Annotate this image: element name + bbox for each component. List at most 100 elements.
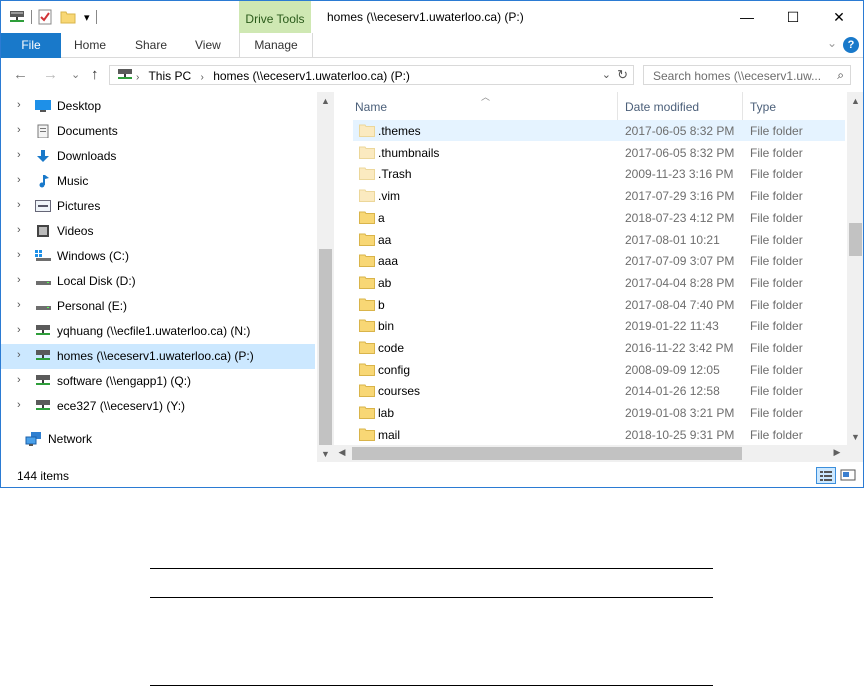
new-folder-icon[interactable] <box>60 10 76 24</box>
breadcrumb-separator[interactable]: › <box>201 72 204 83</box>
scroll-down-icon[interactable]: ▼ <box>847 432 863 442</box>
network-drive-icon <box>36 375 50 385</box>
file-date-modified: 2017-07-09 3:07 PM <box>625 254 735 269</box>
expand-icon[interactable]: › <box>17 174 21 186</box>
expand-icon[interactable]: › <box>17 324 21 336</box>
nav-item-music[interactable]: › Music <box>1 169 315 194</box>
nav-item-local-disk-d[interactable]: › Local Disk (D:) <box>1 269 315 294</box>
file-name: ab <box>378 275 392 290</box>
column-divider[interactable] <box>742 92 743 120</box>
address-dropdown-icon[interactable]: ⌄ <box>602 68 611 81</box>
nav-pane-scrollbar[interactable]: ▲ ▼ <box>317 92 334 462</box>
folder-icon <box>359 406 375 420</box>
scrollbar-thumb[interactable] <box>319 249 332 445</box>
file-name: courses <box>378 384 421 399</box>
folder-icon <box>359 211 375 224</box>
file-type: File folder <box>750 254 803 269</box>
file-row[interactable]: courses 2014-01-26 12:58 File folder <box>353 380 845 401</box>
scroll-right-icon[interactable]: ▶ <box>831 447 843 458</box>
nav-item-personal-e[interactable]: › Personal (E:) <box>1 294 315 319</box>
nav-item-desktop[interactable]: › Desktop <box>1 94 315 119</box>
scrollbar-thumb[interactable] <box>352 447 742 460</box>
expand-icon[interactable]: › <box>17 99 21 111</box>
expand-icon[interactable]: › <box>17 199 21 211</box>
file-type: File folder <box>750 232 803 247</box>
nav-item-downloads[interactable]: › Downloads <box>1 144 315 169</box>
file-list-scrollbar[interactable]: ▲ ▼ <box>847 92 863 445</box>
file-row[interactable]: .thumbnails 2017-06-05 8:32 PM File folder <box>353 142 845 163</box>
refresh-icon[interactable]: ↻ <box>617 67 628 83</box>
up-button[interactable]: ↑ <box>91 66 99 83</box>
scroll-up-icon[interactable]: ▲ <box>317 96 334 106</box>
expand-icon[interactable]: › <box>17 224 21 236</box>
expand-icon[interactable]: › <box>17 274 21 286</box>
file-row[interactable]: b 2017-08-04 7:40 PM File folder <box>353 294 845 315</box>
file-row[interactable]: code 2016-11-22 3:42 PM File folder <box>353 337 845 358</box>
properties-icon[interactable] <box>38 9 52 25</box>
breadcrumb-this-pc[interactable]: This PC <box>148 69 191 83</box>
scrollbar-thumb[interactable] <box>849 223 862 256</box>
nav-item-windows-c[interactable]: › Windows (C:) <box>1 244 315 269</box>
file-row[interactable]: .themes 2017-06-05 8:32 PM File folder <box>353 120 845 141</box>
nav-item-homes-p[interactable]: › homes (\\eceserv1.uwaterloo.ca) (P:) <box>1 344 315 369</box>
customize-quick-access-icon[interactable]: ▾ <box>84 11 90 24</box>
search-icon[interactable]: ⌕ <box>837 68 844 83</box>
column-header-date-modified[interactable]: Date modified <box>625 92 699 120</box>
maximize-button[interactable]: ☐ <box>770 1 816 33</box>
collapse-ribbon-icon[interactable]: ⌄ <box>827 36 837 50</box>
breadcrumb-homes[interactable]: homes (\\eceserv1.uwaterloo.ca) (P:) <box>213 69 410 83</box>
file-row[interactable]: mail 2018-10-25 9:31 PM File folder <box>353 424 845 445</box>
tab-file[interactable]: File <box>1 33 61 58</box>
tab-share[interactable]: Share <box>135 33 167 57</box>
scroll-up-icon[interactable]: ▲ <box>847 96 863 106</box>
nav-item-yqhuang-n[interactable]: › yqhuang (\\ecfile1.uwaterloo.ca) (N:) <box>1 319 315 344</box>
tab-view[interactable]: View <box>195 33 221 57</box>
file-row[interactable]: bin 2019-01-22 11:43 File folder <box>353 315 845 336</box>
nav-item-videos[interactable]: › Videos <box>1 219 315 244</box>
expand-icon[interactable]: › <box>17 149 21 161</box>
file-row[interactable]: .vim 2017-07-29 3:16 PM File folder <box>353 185 845 206</box>
file-row[interactable]: a 2018-07-23 4:12 PM File folder <box>353 207 845 228</box>
horizontal-rule <box>150 597 713 598</box>
column-divider[interactable] <box>617 92 618 120</box>
file-list: ︿ Name Date modified Type .themes 2017-06… <box>347 92 847 445</box>
nav-item-ece327-y[interactable]: › ece327 (\\eceserv1) (Y:) <box>1 394 315 419</box>
expand-icon[interactable]: › <box>17 299 21 311</box>
help-icon[interactable]: ? <box>843 37 859 53</box>
close-button[interactable]: ✕ <box>816 1 862 33</box>
nav-item-network[interactable]: Network <box>1 427 315 452</box>
file-row[interactable]: .Trash 2009-11-23 3:16 PM File folder <box>353 163 845 184</box>
expand-icon[interactable]: › <box>17 399 21 411</box>
expand-icon[interactable]: › <box>17 124 21 136</box>
file-row[interactable]: aa 2017-08-01 10:21 File folder <box>353 229 845 250</box>
scroll-down-icon[interactable]: ▼ <box>317 449 334 459</box>
file-row[interactable]: lab 2019-01-08 3:21 PM File folder <box>353 402 845 423</box>
large-icons-view-button[interactable] <box>839 467 859 484</box>
scroll-left-icon[interactable]: ◀ <box>336 447 348 458</box>
file-date-modified: 2019-01-22 11:43 <box>625 319 719 334</box>
nav-item-software-q[interactable]: › software (\\engapp1) (Q:) <box>1 369 315 394</box>
horizontal-scrollbar[interactable]: ◀ ▶ <box>334 445 847 462</box>
documents-icon <box>37 124 49 138</box>
forward-button[interactable]: → <box>43 66 58 83</box>
back-button[interactable]: ← <box>13 66 28 83</box>
folder-icon <box>359 298 375 311</box>
tab-home[interactable]: Home <box>74 33 106 57</box>
network-drive-icon[interactable] <box>9 10 25 24</box>
column-header-type[interactable]: Type <box>750 92 776 120</box>
minimize-button[interactable]: — <box>724 1 770 33</box>
expand-icon[interactable]: › <box>17 374 21 386</box>
nav-item-pictures[interactable]: › Pictures <box>1 194 315 219</box>
expand-icon[interactable]: › <box>17 249 21 261</box>
tab-manage[interactable]: Manage <box>239 33 313 57</box>
file-row[interactable]: aaa 2017-07-09 3:07 PM File folder <box>353 250 845 271</box>
details-view-button[interactable] <box>816 467 836 484</box>
recent-locations-button[interactable]: ⌄ <box>71 68 80 81</box>
nav-item-documents[interactable]: › Documents <box>1 119 315 144</box>
column-header-name[interactable]: Name <box>355 92 387 120</box>
file-row[interactable]: ab 2017-04-04 8:28 PM File folder <box>353 272 845 293</box>
file-row[interactable]: config 2008-09-09 12:05 File folder <box>353 359 845 380</box>
search-input[interactable]: Search homes (\\eceserv1.uw... ⌕ <box>643 65 851 85</box>
address-bar[interactable]: › This PC › homes (\\eceserv1.uwaterloo.… <box>109 65 634 85</box>
expand-icon[interactable]: › <box>17 349 21 361</box>
